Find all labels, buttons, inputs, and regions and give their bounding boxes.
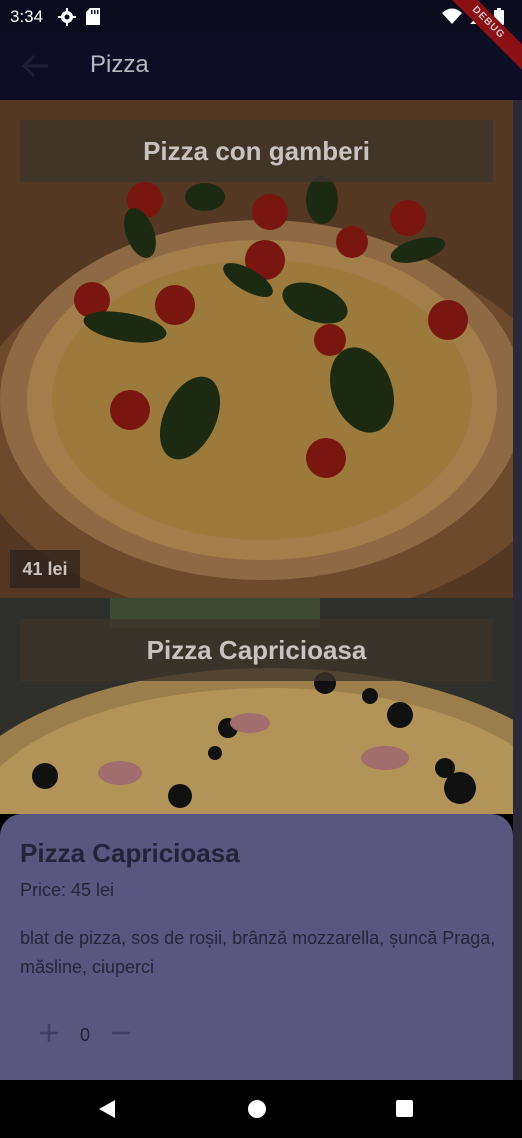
sheet-pizza-name: Pizza Capricioasa <box>20 838 240 868</box>
scrollbar-track <box>513 100 522 1080</box>
pizza-list[interactable]: Pizza con gamberi 41 lei Pizza Capricioa… <box>0 100 513 814</box>
minus-icon[interactable] <box>108 1020 134 1051</box>
debug-banner: DEBUG <box>432 0 522 90</box>
status-time: 3:34 <box>10 7 44 26</box>
recents-square-icon[interactable] <box>395 1099 414 1123</box>
back-triangle-icon[interactable] <box>97 1099 117 1124</box>
price-tag: 41 lei <box>10 550 80 588</box>
home-circle-icon[interactable] <box>247 1099 267 1124</box>
page-title: Pizza <box>90 51 149 78</box>
plus-icon[interactable] <box>36 1020 62 1051</box>
back-arrow-icon[interactable] <box>18 52 50 80</box>
sd-card-icon <box>86 8 100 31</box>
pizza-name: Pizza con gamberi <box>20 120 493 182</box>
system-nav-bar <box>0 1080 522 1138</box>
settings-gear-icon <box>58 8 76 31</box>
pizza-card[interactable]: Pizza con gamberi 41 lei <box>0 100 513 598</box>
sheet-price: Price: 45 lei <box>20 880 115 900</box>
quantity-stepper: 0 <box>36 1018 134 1052</box>
quantity-value: 0 <box>80 1024 91 1045</box>
pizza-name: Pizza Capricioasa <box>20 619 493 681</box>
sheet-description: blat de pizza, sos de roșii, brânză mozz… <box>20 928 496 977</box>
pizza-detail-sheet: Pizza Capricioasa Price: 45 lei blat de … <box>0 814 513 1080</box>
debug-label: DEBUG <box>432 0 522 79</box>
pizza-card[interactable]: Pizza Capricioasa <box>0 598 513 814</box>
